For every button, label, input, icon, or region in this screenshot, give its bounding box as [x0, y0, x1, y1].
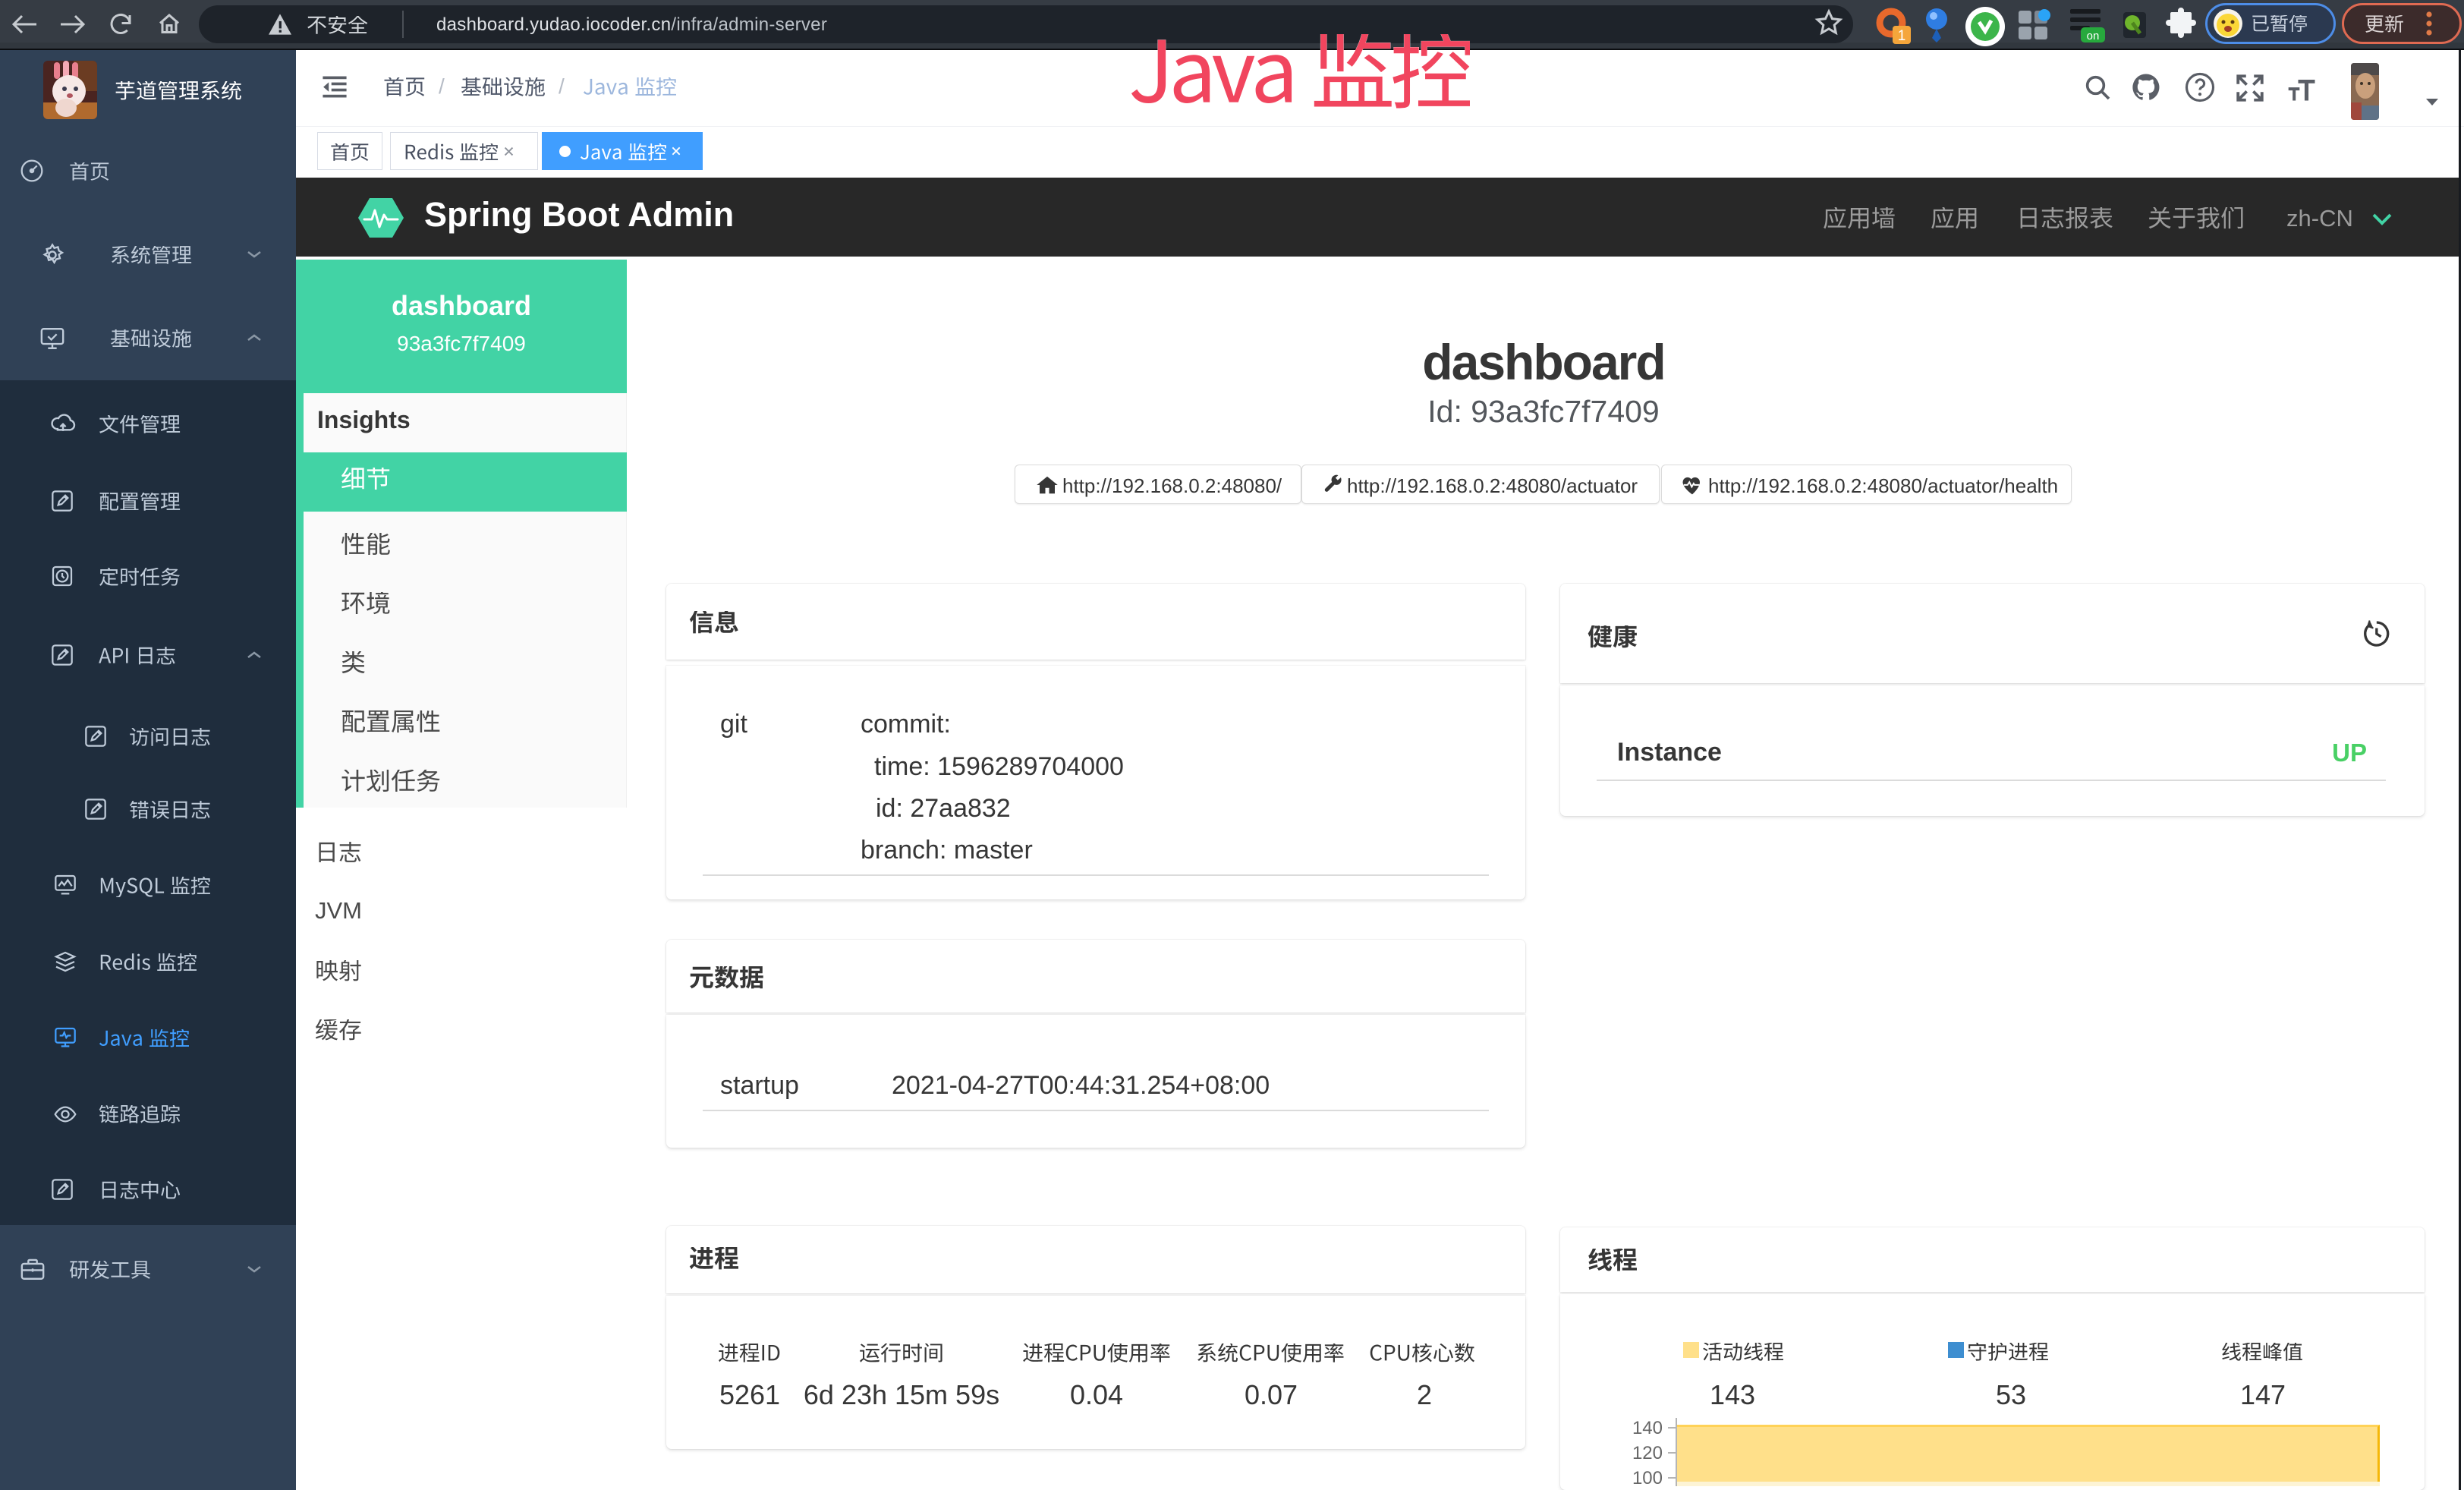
svg-text:on: on [2087, 30, 2100, 43]
svg-text:1: 1 [1898, 28, 1906, 44]
